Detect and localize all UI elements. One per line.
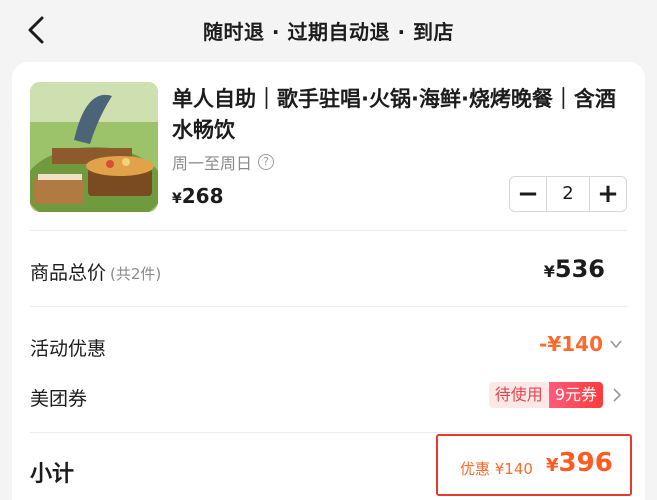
product-title: 单人自助｜歌手驻唱·火锅·海鲜·烧烤晚餐｜含酒水畅饮 <box>172 87 616 142</box>
page-title: 随时退 · 过期自动退 · 到店 <box>202 20 455 44</box>
unit-price-currency: ¥ <box>172 191 182 207</box>
total-price: ¥536 <box>544 255 605 283</box>
total-label: 商品总价 <box>30 262 107 284</box>
chevron-down-icon <box>610 340 622 349</box>
promo-value: -¥140 <box>539 332 603 356</box>
unit-price: ¥268 <box>172 184 224 208</box>
total-value: 536 <box>554 255 605 283</box>
promo-label: 活动优惠 <box>30 338 107 360</box>
final-price: ¥396 <box>546 448 613 478</box>
promo-discount[interactable]: -¥140 <box>539 332 623 356</box>
quantity-value[interactable]: 2 <box>546 177 590 211</box>
divider <box>30 306 627 307</box>
divider <box>30 230 627 231</box>
quantity-stepper: − 2 + <box>509 176 627 212</box>
coupon-selector[interactable]: 待使用 9元券 <box>488 382 623 408</box>
total-currency: ¥ <box>543 262 555 281</box>
validity-row: 周一至周日 ? <box>172 150 275 174</box>
final-value: 396 <box>558 448 613 478</box>
decrease-button[interactable]: − <box>510 177 546 211</box>
top-bar: 随时退 · 过期自动退 · 到店 <box>0 0 657 62</box>
final-currency: ¥ <box>546 455 559 476</box>
divider <box>30 432 627 433</box>
validity-text: 周一至周日 <box>172 154 253 173</box>
subtotal-highlight: 优惠 ¥140 ¥396 <box>436 434 632 496</box>
order-card: 单人自助｜歌手驻唱·火锅·海鲜·烧烤晚餐｜含酒水畅饮 周一至周日 ? ¥268 … <box>12 62 645 500</box>
coupon-label: 美团券 <box>30 388 88 410</box>
coupon-count: 9元券 <box>548 382 603 408</box>
coupon-badge: 待使用 9元券 <box>488 382 603 408</box>
help-icon[interactable]: ? <box>258 154 275 170</box>
product-image[interactable] <box>30 82 158 212</box>
coupon-status: 待使用 <box>488 382 549 408</box>
chevron-right-icon <box>613 388 622 402</box>
subtotal-label: 小计 <box>30 462 75 487</box>
increase-button[interactable]: + <box>590 177 626 211</box>
total-row: 商品总价 (共2件) <box>30 258 161 285</box>
saved-amount: 优惠 ¥140 <box>460 460 533 478</box>
unit-price-value: 268 <box>181 184 224 208</box>
total-count: (共2件) <box>110 265 162 283</box>
